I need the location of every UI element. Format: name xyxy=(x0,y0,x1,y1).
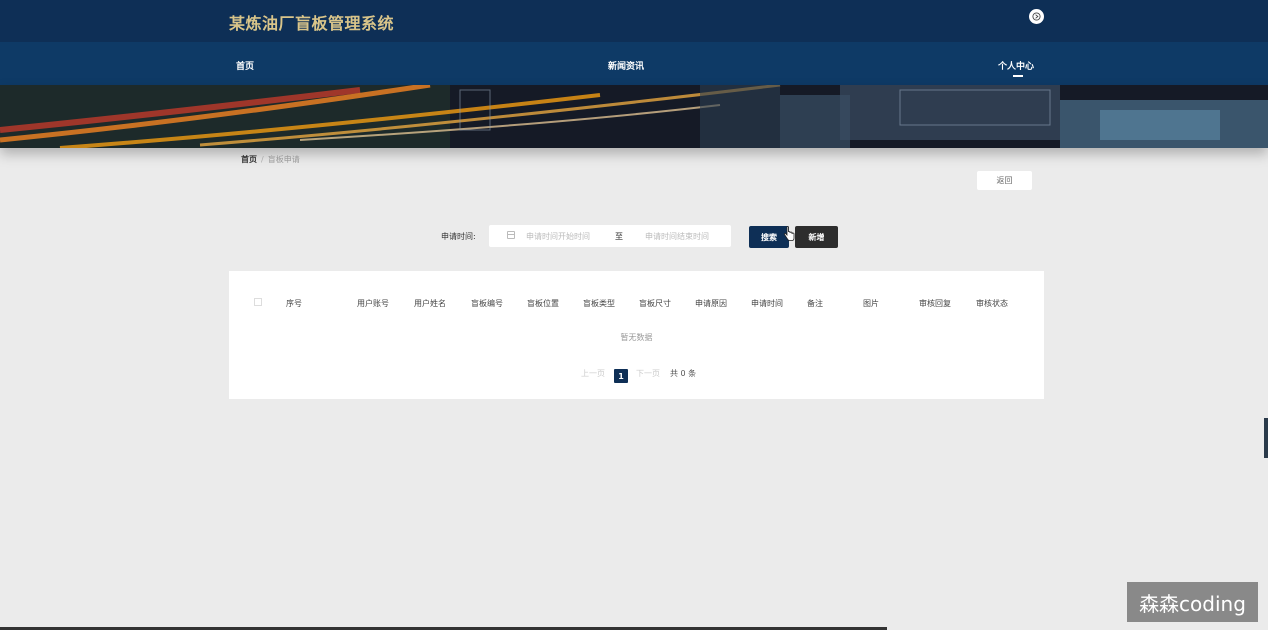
column-header: 盲板类型 xyxy=(583,299,615,308)
side-scroll-handle[interactable] xyxy=(1264,418,1268,458)
apply-time-label: 申请时间: xyxy=(441,232,476,241)
hand-cursor-icon xyxy=(783,226,795,241)
end-date-input[interactable]: 申请时间结束时间 xyxy=(645,231,709,242)
empty-state-text: 暂无数据 xyxy=(620,333,653,342)
top-header: 某炼油厂盲板管理系统 xyxy=(0,0,1268,42)
column-header: 申请原因 xyxy=(695,299,727,308)
banner-image xyxy=(0,85,1268,148)
column-header: 图片 xyxy=(863,299,879,308)
total-count: 共 0 条 xyxy=(670,369,697,378)
page-number-button[interactable]: 1 xyxy=(614,369,628,383)
site-title: 某炼油厂盲板管理系统 xyxy=(229,14,395,33)
column-header: 用户账号 xyxy=(357,299,389,308)
column-header: 盲板编号 xyxy=(471,299,503,308)
add-button[interactable]: 新增 xyxy=(795,226,838,248)
select-all-checkbox[interactable] xyxy=(254,298,262,306)
watermark: 森森coding xyxy=(1127,582,1258,622)
nav-item-personal-center[interactable]: 个人中心 xyxy=(998,59,1034,72)
user-circle-icon[interactable] xyxy=(1029,9,1044,24)
column-header: 备注 xyxy=(807,299,823,308)
column-header: 盲板尺寸 xyxy=(639,299,671,308)
calendar-icon xyxy=(507,231,515,239)
breadcrumb-separator: / xyxy=(261,155,264,164)
column-header: 审核回复 xyxy=(919,299,951,308)
nav-item-home[interactable]: 首页 xyxy=(236,59,254,72)
next-page-button[interactable]: 下一页 xyxy=(636,368,660,379)
breadcrumb-current: 盲板申请 xyxy=(267,155,300,164)
breadcrumb: 首页 / 盲板申请 xyxy=(241,154,300,165)
nav-active-indicator xyxy=(1013,75,1023,77)
date-range-picker[interactable]: 申请时间开始时间 至 申请时间结束时间 xyxy=(489,225,731,247)
date-range-separator: 至 xyxy=(615,232,623,241)
column-header: 申请时间 xyxy=(751,299,783,308)
start-date-input[interactable]: 申请时间开始时间 xyxy=(526,231,590,242)
column-header: 审核状态 xyxy=(976,299,1008,308)
column-header: 用户姓名 xyxy=(414,299,446,308)
back-button[interactable]: 返回 xyxy=(977,171,1032,190)
breadcrumb-home[interactable]: 首页 xyxy=(241,155,257,164)
nav-item-news[interactable]: 新闻资讯 xyxy=(608,59,644,72)
prev-page-button[interactable]: 上一页 xyxy=(581,368,605,379)
column-header: 盲板位置 xyxy=(527,299,559,308)
column-header: 序号 xyxy=(286,299,302,308)
main-nav: 首页 新闻资讯 个人中心 xyxy=(0,42,1268,85)
data-table-panel: 序号 用户账号 用户姓名 盲板编号 盲板位置 盲板类型 盲板尺寸 申请原因 申请… xyxy=(229,271,1044,399)
